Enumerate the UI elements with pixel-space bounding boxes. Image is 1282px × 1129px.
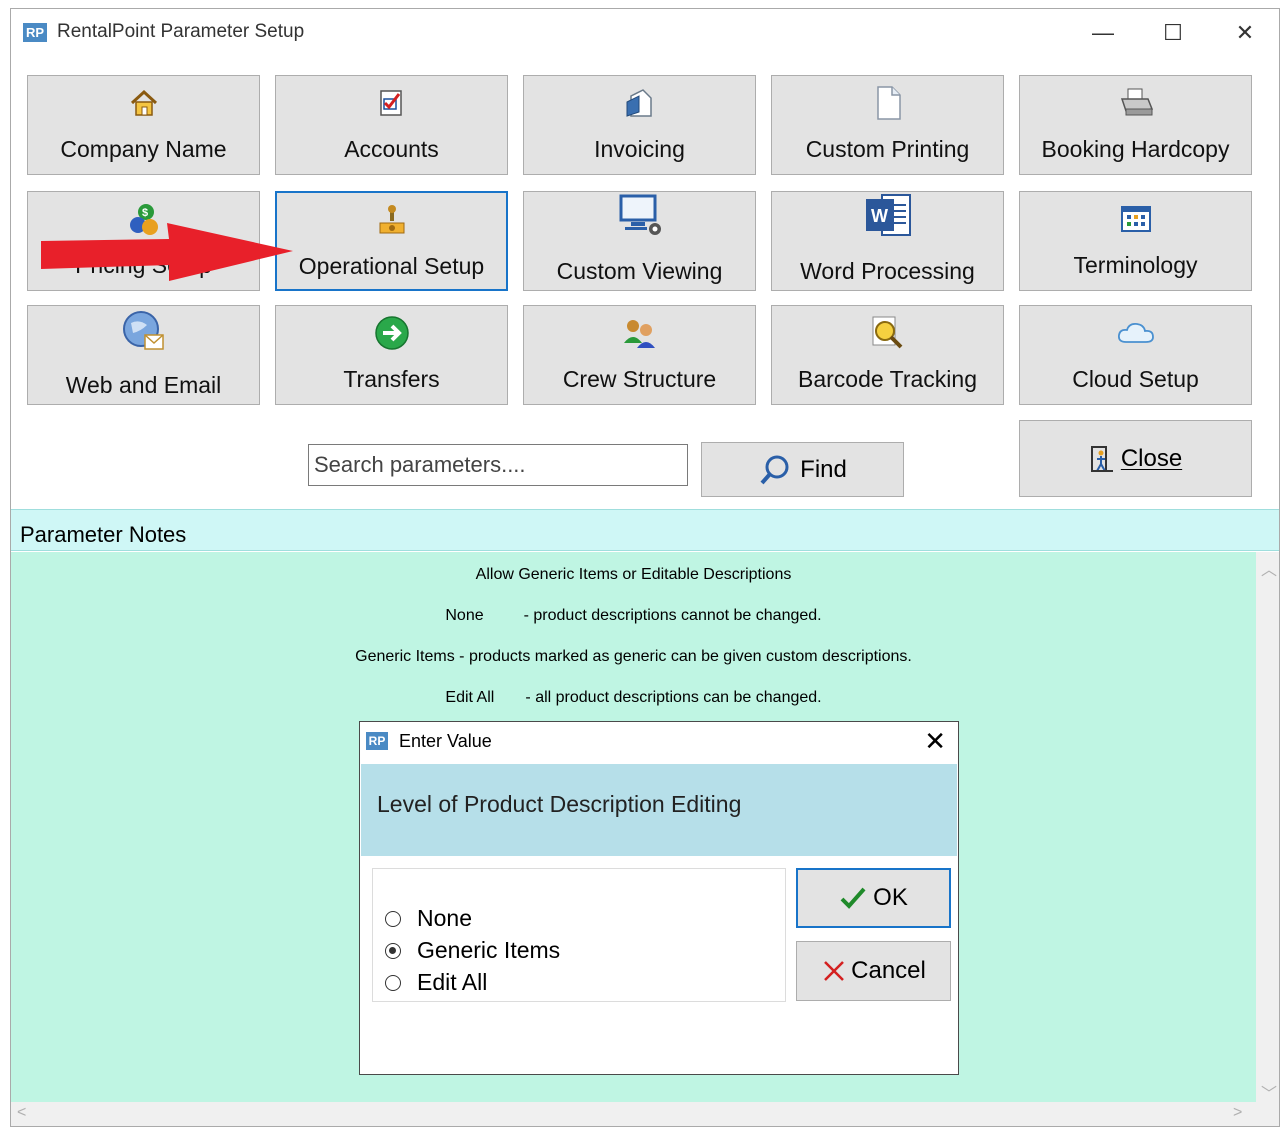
dialog-prompt-panel: Level of Product Description Editing [361,764,957,856]
tile-custom-printing[interactable]: Custom Printing [771,75,1004,175]
scroll-down-icon[interactable]: ﹀ [1261,1080,1277,1104]
option-group: None Generic Items Edit All [372,868,786,1002]
tile-label: Transfers [343,366,440,392]
window-close-button[interactable]: ✕ [1215,15,1275,51]
close-button-label: Close [1120,444,1183,472]
vertical-scrollbar[interactable]: ︿ ﹀ [1256,552,1279,1104]
note-line: Allow Generic Items or Editable Descript… [475,566,792,583]
note-line: Generic Items - products marked as gener… [355,648,912,665]
dialog-close-button[interactable]: ✕ [924,726,946,757]
note-line: Edit All - all product descriptions can … [445,689,822,706]
enter-value-dialog: RP Enter Value ✕ Level of Product Descri… [359,721,959,1075]
window-title: RentalPoint Parameter Setup [57,21,305,42]
radio-option-edit-all[interactable]: Edit All [385,969,487,996]
title-bar: RP RentalPoint Parameter Setup — ☐ ✕ [11,9,1279,57]
tile-label: Custom Printing [805,136,970,162]
joystick-icon [277,203,506,237]
checklist-icon [276,86,507,120]
ok-button-label: OK [873,884,908,911]
monitor-gear-icon [524,194,755,235]
radio-label: None [417,905,472,931]
ok-button[interactable]: OK [796,868,951,928]
tile-label: Operational Setup [298,253,485,279]
tile-invoicing[interactable]: Invoicing [523,75,756,175]
tile-custom-viewing[interactable]: Custom Viewing [523,191,756,291]
tile-label: Terminology [1073,252,1198,278]
word-icon: W [772,194,1003,236]
rentalpoint-app-icon: RP [23,23,47,42]
radio-option-generic-items[interactable]: Generic Items [385,937,560,964]
cancel-button[interactable]: Cancel [796,941,951,1001]
scroll-up-icon[interactable]: ︿ [1261,556,1277,580]
tile-booking-hardcopy[interactable]: Booking Hardcopy [1019,75,1252,175]
parameter-notes-title: Parameter Notes [20,522,187,547]
tile-label: Word Processing [800,258,975,284]
tile-operational-setup[interactable]: Operational Setup [275,191,508,291]
search-icon [760,455,789,484]
tile-cloud-setup[interactable]: Cloud Setup [1019,305,1252,405]
cancel-button-label: Cancel [851,957,926,984]
svg-text:W: W [871,206,888,226]
dialog-title-bar: RP Enter Value ✕ [360,722,958,762]
tile-label: Web and Email [65,372,222,398]
rentalpoint-app-icon: RP [366,732,388,750]
radio-label: Generic Items [417,937,561,963]
find-button-label: Find [800,455,847,483]
search-input[interactable] [308,444,688,486]
close-button[interactable]: Close [1019,420,1252,497]
radio-button[interactable] [385,942,401,959]
scroll-left-icon[interactable]: < [17,1104,26,1122]
blank-page-icon [772,86,1003,120]
green-arrow-icon [276,316,507,350]
tile-word-processing[interactable]: W Word Processing [771,191,1004,291]
magnifier-icon [772,316,1003,350]
tile-label: Accounts [344,136,439,162]
tile-barcode-tracking[interactable]: Barcode Tracking [771,305,1004,405]
radio-option-none[interactable]: None [385,905,472,932]
tile-transfers[interactable]: Transfers [275,305,508,405]
tile-crew-structure[interactable]: Crew Structure [523,305,756,405]
checkmark-icon [840,887,866,909]
find-button[interactable]: Find [701,442,904,497]
scroll-right-icon[interactable]: > [1233,1104,1242,1122]
horizontal-scrollbar[interactable]: < > [11,1102,1279,1126]
tile-label: Company Name [60,136,227,162]
tile-label: Barcode Tracking [798,366,977,392]
tile-accounts[interactable]: Accounts [275,75,508,175]
people-icon [524,316,755,350]
radio-button[interactable] [385,910,401,927]
tile-company-name[interactable]: Company Name [27,75,260,175]
cancel-x-icon [824,961,845,981]
radio-label: Edit All [417,969,488,995]
svg-text:$: $ [142,207,148,219]
globe-mail-icon [28,311,259,350]
tile-label: Crew Structure [562,366,717,392]
document-icon [524,86,755,120]
annotation-arrow [41,223,293,281]
tile-label: Cloud Setup [1072,366,1199,392]
radio-button[interactable] [385,974,401,991]
grid-icon [1020,202,1251,236]
note-line: None - product descriptions cannot be ch… [445,607,822,624]
cloud-icon [1020,316,1251,350]
parameter-setup-window: RP RentalPoint Parameter Setup — ☐ ✕ Com… [10,8,1280,1127]
exit-door-icon [1090,445,1113,472]
dialog-prompt: Level of Product Description Editing [377,791,742,817]
dialog-title: Enter Value [399,731,492,751]
tile-web-and-email[interactable]: Web and Email [27,305,260,405]
maximize-button[interactable]: ☐ [1143,15,1203,51]
printer-icon [1020,86,1251,120]
tile-terminology[interactable]: Terminology [1019,191,1252,291]
parameter-notes-header: Parameter Notes [11,509,1279,551]
tile-label: Booking Hardcopy [1041,136,1230,162]
tile-label: Custom Viewing [556,258,723,284]
tile-label: Invoicing [594,136,685,162]
minimize-button[interactable]: — [1073,15,1133,51]
house-icon [28,86,259,120]
